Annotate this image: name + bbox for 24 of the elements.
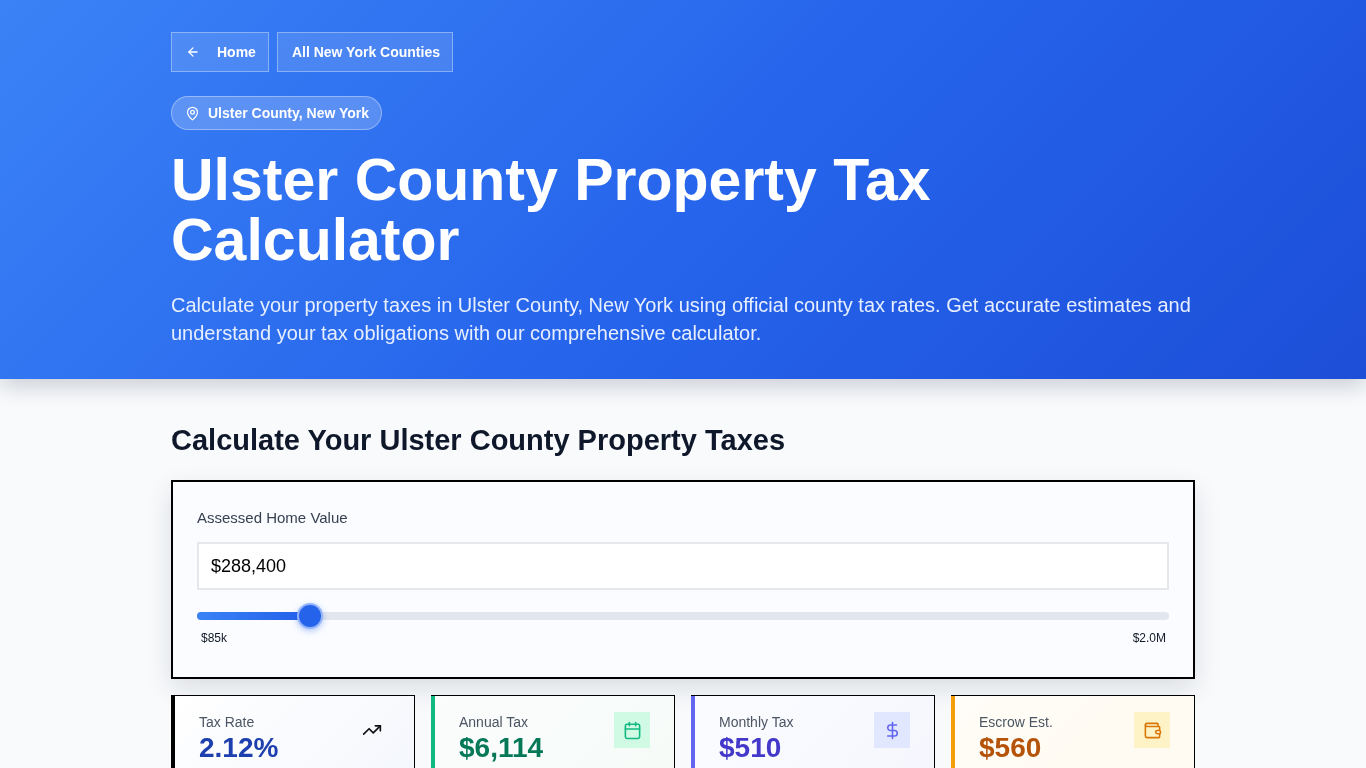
nav-link-button[interactable]: All New York Counties <box>276 32 453 72</box>
arrow-left-icon <box>186 45 200 59</box>
dollar-icon <box>874 712 910 748</box>
calendar-icon <box>614 712 650 748</box>
stat-value: $510 <box>719 732 783 764</box>
home-button[interactable]: Home <box>171 32 269 72</box>
home-value-input[interactable]: $288,400 <box>197 542 1169 590</box>
stat-value: $6,114 <box>459 732 544 764</box>
page-title: Ulster County Property Tax Calculator <box>171 150 932 270</box>
stat-label: Annual Tax <box>459 713 529 732</box>
slider-thumb[interactable] <box>297 603 324 629</box>
slider-min-label: $85k <box>201 631 228 645</box>
map-pin-icon <box>185 105 200 121</box>
field-label: Assessed Home Value <box>197 508 349 528</box>
stat-value: $560 <box>979 732 1043 764</box>
wallet-icon <box>1134 712 1170 748</box>
slider-max-label: $2.0M <box>1132 631 1166 645</box>
stat-label: Monthly Tax <box>719 713 794 732</box>
stat-label: Tax Rate <box>199 713 256 732</box>
stat-label: Escrow Est. <box>979 713 1053 732</box>
stat-value: 2.12% <box>199 732 279 764</box>
page-description: Calculate your property taxes in Ulster County, New York using official county tax rates. Get accurate estimates and understand your tax obligations with our comprehensive calculator. <box>171 293 1192 346</box>
section-heading: Calculate Your Ulster County Property Taxes <box>171 423 786 458</box>
location-badge: Ulster County, New York <box>171 96 383 130</box>
